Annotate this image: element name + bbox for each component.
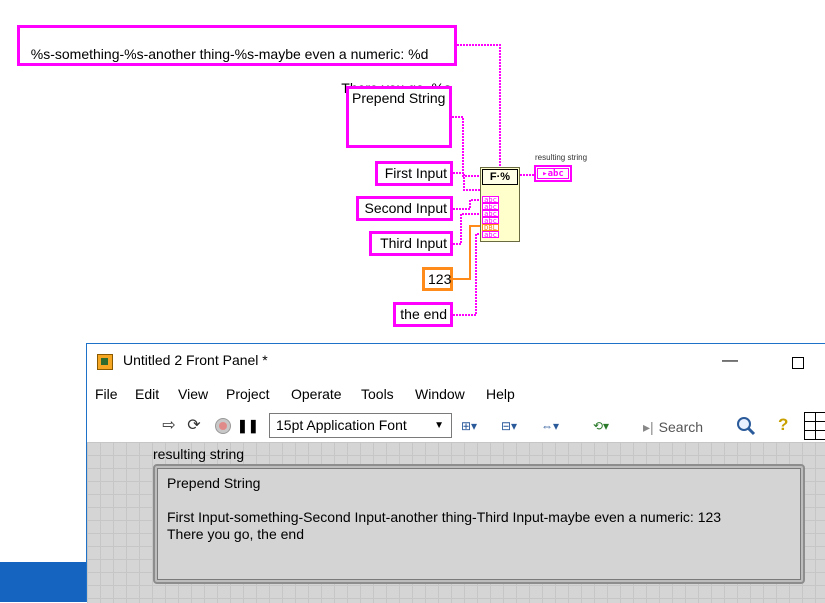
menu-file[interactable]: File (95, 386, 118, 402)
labview-app-icon (97, 354, 113, 370)
maximize-icon (792, 357, 804, 369)
toolbar: ⇨ ⟳ ❚❚ 15pt Application Font ▼ ⊞▾ ⊟▾ ⇔▾ … (87, 408, 825, 444)
align-objects-icon[interactable]: ⊞▾ (461, 416, 491, 436)
wire-prepend (452, 116, 480, 177)
chevron-down-icon: ▼ (434, 420, 444, 431)
taskbar-fragment (0, 562, 88, 602)
connector-pane-icon[interactable] (804, 412, 825, 440)
wire-end (453, 233, 480, 316)
terminal-abc[interactable]: abc (482, 196, 499, 203)
title-bar[interactable]: Untitled 2 Front Panel * — (87, 344, 825, 380)
text-settings-dropdown[interactable]: 15pt Application Font ▼ (269, 413, 452, 438)
front-panel-window: Untitled 2 Front Panel * — File Edit Vie… (86, 343, 825, 603)
resulting-string-indicator[interactable]: Prepend String First Input-something-Sec… (153, 464, 805, 584)
context-help-icon[interactable]: ? (778, 415, 788, 435)
menu-tools[interactable]: Tools (361, 386, 394, 402)
terminal-abc[interactable]: abc (482, 217, 499, 224)
menu-operate[interactable]: Operate (291, 386, 342, 402)
terminal-dbl[interactable]: DBL (482, 224, 499, 231)
resize-objects-icon[interactable]: ⇔▾ (541, 416, 571, 436)
format-into-string-icon: F·% (482, 169, 518, 185)
search-placeholder: Search (658, 419, 704, 435)
pause-icon[interactable]: ❚❚ (237, 414, 259, 438)
abort-execution-icon[interactable] (215, 418, 231, 434)
front-panel-canvas: resulting string Prepend String First In… (87, 442, 825, 603)
menu-project[interactable]: Project (226, 386, 270, 402)
font-select-value: 15pt Application Font (276, 417, 407, 433)
format-into-string-node[interactable]: F·% abc abc abc abc DBL abc (480, 167, 520, 242)
search-icon[interactable] (735, 415, 757, 437)
run-arrow-icon[interactable]: ⇨ (159, 414, 179, 438)
wire-third (453, 213, 480, 245)
run-continuously-icon[interactable]: ⟳ (183, 414, 205, 438)
menu-view[interactable]: View (178, 386, 208, 402)
result-string-indicator-terminal[interactable]: ▸abc (534, 165, 572, 182)
wires-layer (452, 44, 534, 316)
terminal-abc[interactable]: abc (482, 210, 499, 217)
distribute-objects-icon[interactable]: ⊟▾ (501, 416, 531, 436)
search-input[interactable]: ▸| Search (643, 416, 747, 438)
maximize-button[interactable] (775, 348, 821, 376)
indicator-label: resulting string (153, 446, 245, 462)
menu-window[interactable]: Window (415, 386, 465, 402)
window-title: Untitled 2 Front Panel * (123, 352, 268, 368)
menu-edit[interactable]: Edit (135, 386, 159, 402)
terminal-abc[interactable]: abc (482, 231, 499, 238)
wire-second (453, 199, 480, 210)
minimize-button[interactable]: — (707, 348, 753, 376)
reorder-icon[interactable]: ⟲▾ (593, 416, 623, 436)
terminal-abc[interactable]: abc (482, 203, 499, 210)
menu-help[interactable]: Help (486, 386, 515, 402)
indicator-text: Prepend String First Input-something-Sec… (157, 468, 801, 580)
search-arrow-icon: ▸| (643, 419, 654, 435)
result-indicator-label: resulting string (535, 153, 588, 162)
string-indicator-icon: ▸abc (537, 168, 569, 179)
